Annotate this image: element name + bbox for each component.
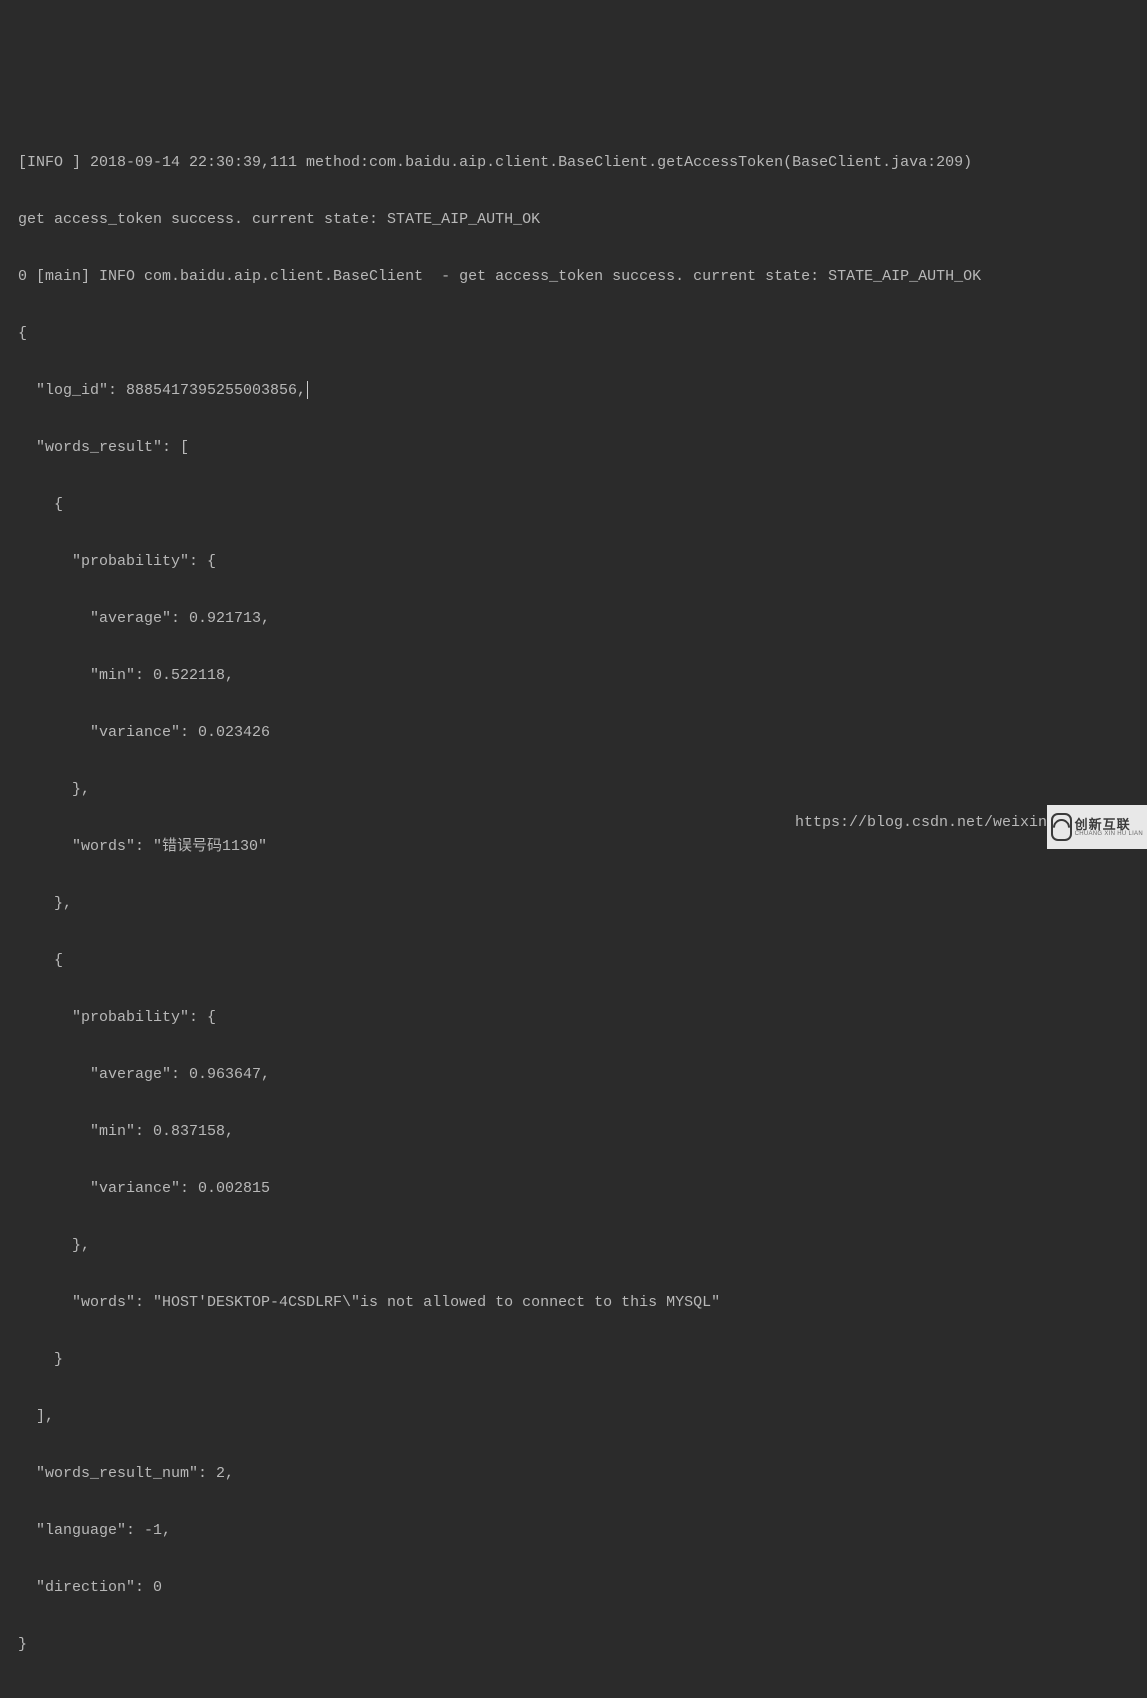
log-line: { — [18, 947, 1129, 976]
log-line: "probability": { — [18, 1004, 1129, 1033]
log-line: "variance": 0.023426 — [18, 719, 1129, 748]
log-line: "min": 0.522118, — [18, 662, 1129, 691]
log-line: "min": 0.837158, — [18, 1118, 1129, 1147]
log-line: "average": 0.921713, — [18, 605, 1129, 634]
watermark-text: 创新互联 CHUANG XIN HU LIAN — [1075, 818, 1143, 837]
log-line: }, — [18, 776, 1129, 805]
watermark-logo-icon — [1051, 813, 1072, 841]
watermark-cn-label: 创新互联 — [1075, 818, 1143, 831]
log-line: get access_token success. current state:… — [18, 206, 1129, 235]
watermark-badge: 创新互联 CHUANG XIN HU LIAN — [1047, 805, 1147, 849]
log-line: "language": -1, — [18, 1517, 1129, 1546]
log-line: "probability": { — [18, 548, 1129, 577]
watermark-en-label: CHUANG XIN HU LIAN — [1075, 831, 1143, 837]
source-url: https://blog.csdn.net/weixin — [795, 809, 1047, 838]
log-line: ], — [18, 1403, 1129, 1432]
log-line: } — [18, 1631, 1129, 1660]
log-line: "words_result_num": 2, — [18, 1460, 1129, 1489]
log-line: [INFO ] 2018-09-14 22:30:39,111 method:c… — [18, 149, 1129, 178]
log-line: }, — [18, 1232, 1129, 1261]
text-cursor — [307, 381, 308, 399]
log-line: "variance": 0.002815 — [18, 1175, 1129, 1204]
log-line: 0 [main] INFO com.baidu.aip.client.BaseC… — [18, 263, 1129, 292]
log-line: "words_result": [ — [18, 434, 1129, 463]
log-line: "log_id": 8885417395255003856, — [18, 377, 1129, 406]
log-line: }, — [18, 890, 1129, 919]
log-line: { — [18, 491, 1129, 520]
log-line: "words": "HOST'DESKTOP-4CSDLRF\"is not a… — [18, 1289, 1129, 1318]
log-line: "average": 0.963647, — [18, 1061, 1129, 1090]
log-line: "direction": 0 — [18, 1574, 1129, 1603]
log-line: { — [18, 320, 1129, 349]
log-line: } — [18, 1346, 1129, 1375]
console-output: [INFO ] 2018-09-14 22:30:39,111 method:c… — [18, 120, 1129, 1688]
